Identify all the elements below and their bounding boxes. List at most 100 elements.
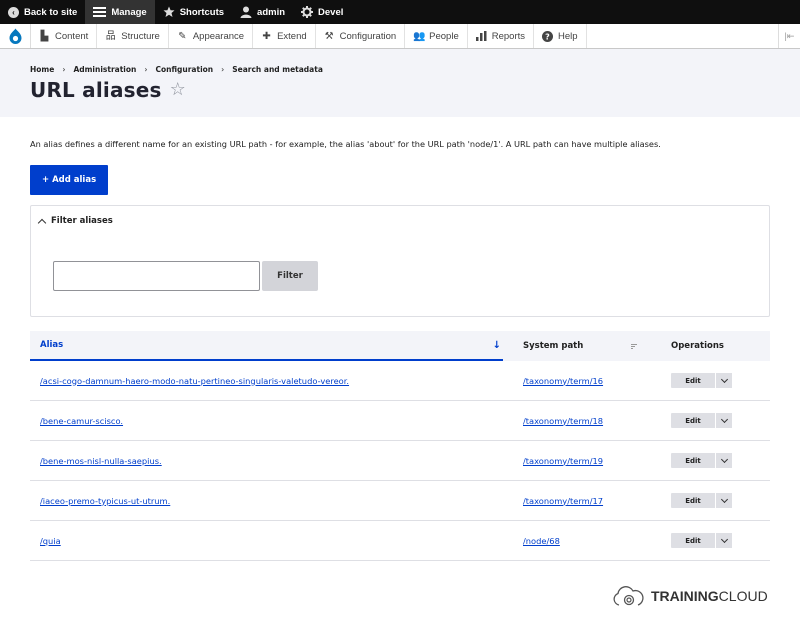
filter-button[interactable]: Filter bbox=[262, 261, 318, 291]
alias-link[interactable]: /bene-camur-scisco. bbox=[40, 416, 123, 426]
table-row: /iaceo-premo-typicus-ut-utrum. /taxonomy… bbox=[30, 481, 770, 521]
back-to-site-label: Back to site bbox=[24, 6, 78, 18]
aliases-table: Alias ↓ System path Operations /acsi-cog… bbox=[30, 331, 770, 561]
breadcrumb-separator: › bbox=[62, 65, 66, 74]
collapse-tray-button[interactable]: |⇤ bbox=[778, 24, 800, 48]
breadcrumb-separator: › bbox=[221, 65, 225, 74]
alias-column-header[interactable]: Alias ↓ bbox=[30, 331, 503, 361]
sort-descending-icon: ↓ bbox=[492, 339, 501, 351]
table-row: /bene-mos-nisl-nulla-saepius. /taxonomy/… bbox=[30, 441, 770, 481]
breadcrumb-configuration[interactable]: Configuration bbox=[155, 65, 213, 74]
tray-item-structure[interactable]: 品 Structure bbox=[97, 24, 169, 48]
chevron-down-icon bbox=[720, 495, 728, 503]
system-path-link[interactable]: /taxonomy/term/17 bbox=[523, 496, 603, 506]
operations-column-header: Operations bbox=[671, 341, 724, 351]
alias-header-label: Alias bbox=[40, 340, 64, 350]
gear-icon bbox=[301, 6, 314, 18]
breadcrumb-administration[interactable]: Administration bbox=[73, 65, 136, 74]
manage-label: Manage bbox=[111, 6, 147, 18]
operations-dropbutton: Edit bbox=[671, 493, 732, 508]
tray-item-content[interactable]: ▙ Content bbox=[31, 24, 98, 48]
user-tab[interactable]: admin bbox=[232, 0, 293, 24]
tray-item-label: Configuration bbox=[339, 30, 397, 42]
admin-toolbar: ‹ Back to site Manage Shortcuts admin De… bbox=[0, 0, 800, 24]
admin-tray: ▙ Content 品 Structure ✎ Appearance ✚ Ext… bbox=[0, 24, 800, 49]
filter-alias-input[interactable] bbox=[53, 261, 260, 291]
filter-summary-label: Filter aliases bbox=[51, 216, 113, 226]
operations-dropbutton: Edit bbox=[671, 373, 732, 388]
manage-tab[interactable]: Manage bbox=[85, 0, 155, 24]
system-path-link[interactable]: /taxonomy/term/19 bbox=[523, 456, 603, 466]
structure-icon: 品 bbox=[105, 30, 116, 42]
tray-item-people[interactable]: 👥 People bbox=[405, 24, 468, 48]
menu-icon bbox=[93, 7, 107, 17]
system-path-header-label: System path bbox=[523, 341, 584, 351]
back-arrow-icon: ‹ bbox=[8, 6, 19, 18]
help-icon: ? bbox=[542, 30, 554, 42]
sort-icon bbox=[631, 343, 637, 349]
page-header: Home › Administration › Configuration › … bbox=[0, 49, 800, 117]
tray-item-label: Appearance bbox=[192, 30, 245, 42]
add-alias-button[interactable]: + Add alias bbox=[30, 165, 109, 195]
drupal-drop-icon bbox=[9, 28, 21, 44]
edit-button[interactable]: Edit bbox=[671, 453, 715, 468]
tray-item-label: Extend bbox=[277, 30, 307, 42]
collapse-icon: |⇤ bbox=[784, 30, 795, 41]
alias-link[interactable]: /quia bbox=[40, 536, 61, 546]
tray-item-label: Help bbox=[558, 30, 578, 42]
tray-item-reports[interactable]: Reports bbox=[468, 24, 535, 48]
operations-dropbutton: Edit bbox=[671, 453, 732, 468]
svg-text:?: ? bbox=[545, 32, 550, 41]
edit-button[interactable]: Edit bbox=[671, 373, 715, 388]
operations-toggle[interactable] bbox=[716, 493, 732, 508]
edit-button[interactable]: Edit bbox=[671, 493, 715, 508]
operations-toggle[interactable] bbox=[716, 413, 732, 428]
alias-link[interactable]: /acsi-cogo-damnum-haero-modo-natu-pertin… bbox=[40, 376, 349, 386]
edit-button[interactable]: Edit bbox=[671, 413, 715, 428]
edit-button[interactable]: Edit bbox=[671, 533, 715, 548]
chevron-down-icon bbox=[720, 415, 728, 423]
wrench-icon: ⚒ bbox=[324, 30, 334, 42]
breadcrumb: Home › Administration › Configuration › … bbox=[30, 65, 770, 74]
system-path-link[interactable]: /node/68 bbox=[523, 536, 560, 546]
drupal-logo[interactable] bbox=[0, 24, 31, 48]
tray-item-configuration[interactable]: ⚒ Configuration bbox=[316, 24, 406, 48]
main-content: An alias defines a different name for an… bbox=[0, 139, 800, 561]
tray-item-label: Reports bbox=[491, 30, 526, 42]
brand-bold: TRAINING bbox=[651, 588, 719, 604]
page-title: URL aliases bbox=[30, 78, 162, 102]
puzzle-icon: ✚ bbox=[262, 30, 271, 42]
breadcrumb-search-metadata[interactable]: Search and metadata bbox=[232, 65, 323, 74]
operations-toggle[interactable] bbox=[716, 453, 732, 468]
alias-link[interactable]: /iaceo-premo-typicus-ut-utrum. bbox=[40, 496, 170, 506]
operations-dropbutton: Edit bbox=[671, 413, 732, 428]
tray-item-help[interactable]: ? Help bbox=[534, 24, 587, 48]
operations-toggle[interactable] bbox=[716, 533, 732, 548]
tray-item-appearance[interactable]: ✎ Appearance bbox=[169, 24, 254, 48]
tray-item-extend[interactable]: ✚ Extend bbox=[253, 24, 316, 48]
breadcrumb-home[interactable]: Home bbox=[30, 65, 54, 74]
system-path-link[interactable]: /taxonomy/term/18 bbox=[523, 416, 603, 426]
table-row: /quia /node/68 Edit bbox=[30, 521, 770, 561]
alias-link[interactable]: /bene-mos-nisl-nulla-saepius. bbox=[40, 456, 162, 466]
system-path-link[interactable]: /taxonomy/term/16 bbox=[523, 376, 603, 386]
file-icon: ▙ bbox=[40, 30, 49, 42]
filter-summary-toggle[interactable]: Filter aliases bbox=[31, 206, 769, 227]
chevron-down-icon bbox=[720, 375, 728, 383]
tray-item-label: People bbox=[429, 30, 459, 42]
chevron-down-icon bbox=[720, 455, 728, 463]
devel-tab[interactable]: Devel bbox=[293, 0, 351, 24]
back-to-site-link[interactable]: ‹ Back to site bbox=[0, 0, 85, 24]
brand-rest: CLOUD bbox=[718, 588, 768, 604]
operations-toggle[interactable] bbox=[716, 373, 732, 388]
people-icon: 👥 bbox=[413, 30, 426, 42]
table-header: Alias ↓ System path Operations bbox=[30, 331, 770, 361]
tray-item-label: Structure bbox=[121, 30, 160, 42]
user-label: admin bbox=[257, 6, 286, 18]
operations-dropbutton: Edit bbox=[671, 533, 732, 548]
shortcuts-tab[interactable]: Shortcuts bbox=[155, 0, 232, 24]
page-description: An alias defines a different name for an… bbox=[30, 139, 661, 149]
system-path-column-header[interactable]: System path bbox=[503, 341, 651, 351]
add-shortcut-star-icon[interactable]: ☆ bbox=[170, 81, 186, 99]
chevron-up-icon bbox=[37, 218, 47, 227]
